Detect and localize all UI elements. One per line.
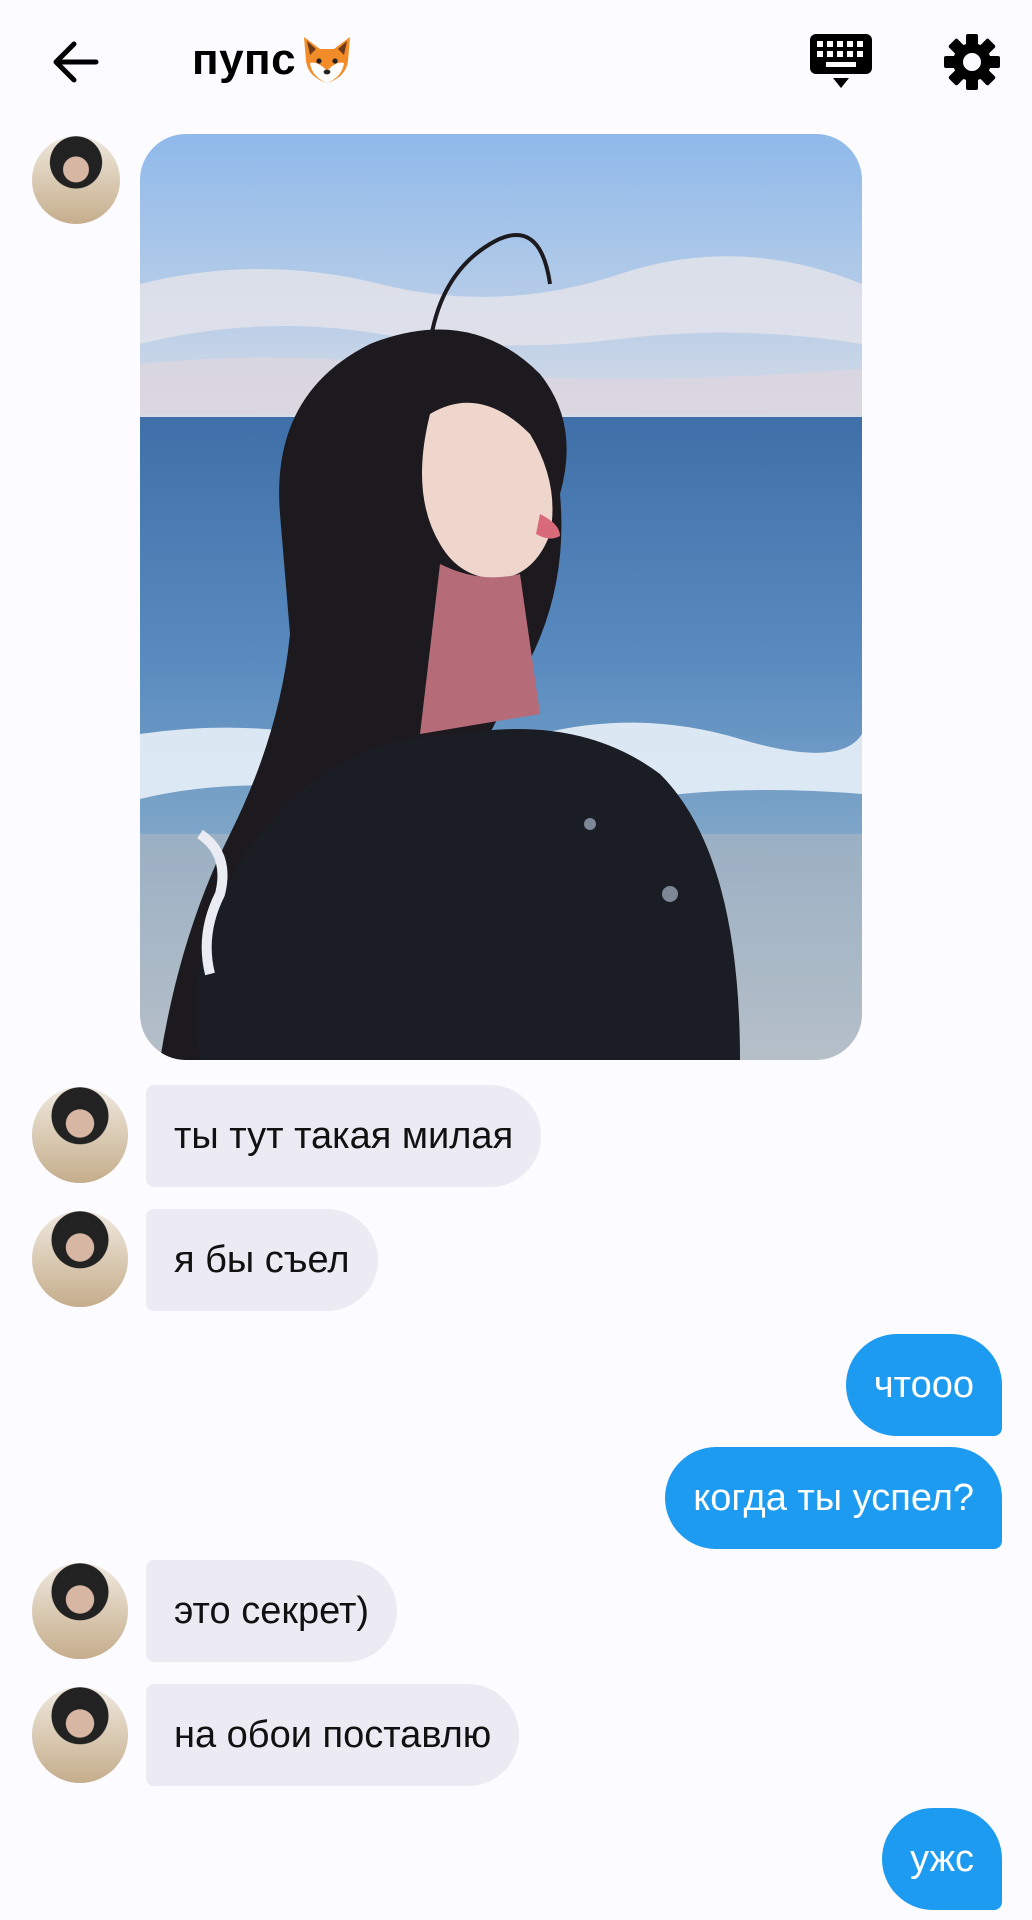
message-bubble-incoming[interactable]: я бы съел <box>146 1209 378 1311</box>
message-text: чтооо <box>873 1363 974 1406</box>
keyboard-button[interactable] <box>806 30 876 94</box>
fox-emoji-icon <box>298 31 356 89</box>
message-bubble-outgoing[interactable]: чтооо <box>845 1334 1002 1436</box>
chat-screen: пупс ты тут такая милая я бы съел чтооо … <box>0 0 1032 1920</box>
gear-icon <box>944 34 1000 90</box>
contact-avatar[interactable] <box>32 1211 128 1307</box>
message-text: когда ты успел? <box>693 1476 974 1519</box>
message-text: на обои поставлю <box>174 1713 492 1756</box>
chat-header: пупс <box>0 0 1032 120</box>
contact-avatar[interactable] <box>32 1087 128 1183</box>
message-bubble-outgoing[interactable]: ужс <box>882 1808 1002 1910</box>
contact-avatar[interactable] <box>32 1687 128 1783</box>
message-text: я бы съел <box>174 1238 350 1281</box>
message-text: ужс <box>910 1837 974 1880</box>
settings-button[interactable] <box>940 30 1004 94</box>
contact-avatar[interactable] <box>32 136 120 224</box>
message-bubble-incoming[interactable]: ты тут такая милая <box>146 1085 542 1187</box>
message-bubble-incoming[interactable]: на обои поставлю <box>146 1684 520 1786</box>
message-bubble-outgoing[interactable]: когда ты успел? <box>665 1447 1002 1549</box>
arrow-left-icon <box>53 41 99 83</box>
back-button[interactable] <box>42 32 108 92</box>
message-bubble-incoming[interactable]: это секрет) <box>146 1560 398 1662</box>
contact-avatar[interactable] <box>32 1563 128 1659</box>
chat-title-text: пупс <box>192 35 297 84</box>
photo-woman-at-sea <box>140 134 862 1060</box>
chat-title[interactable]: пупс <box>192 30 356 90</box>
message-text: ты тут такая милая <box>174 1114 514 1157</box>
image-message[interactable] <box>140 134 862 1060</box>
keyboard-icon <box>810 34 872 88</box>
message-text: это секрет) <box>174 1589 370 1632</box>
